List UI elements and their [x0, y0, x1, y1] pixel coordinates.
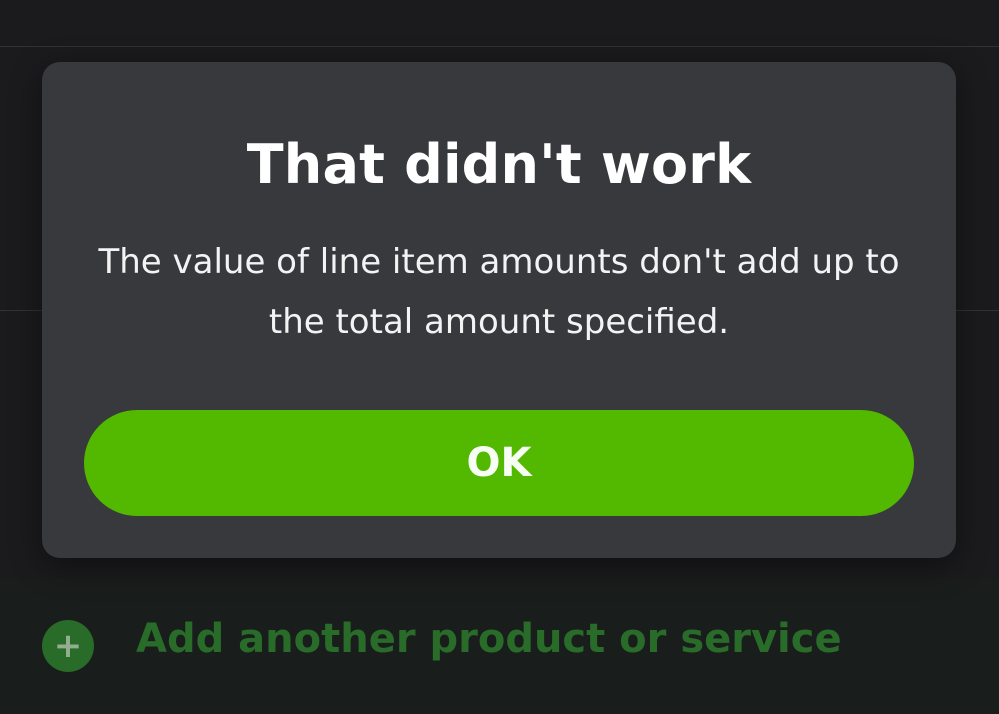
app-screen: + Add another product or service That di…	[0, 0, 999, 714]
dialog-message: The value of line item amounts don't add…	[98, 242, 900, 342]
error-dialog: That didn't work The value of line item …	[42, 62, 956, 558]
dialog-title: That didn't work	[246, 133, 752, 196]
ok-button[interactable]: OK	[84, 410, 914, 516]
